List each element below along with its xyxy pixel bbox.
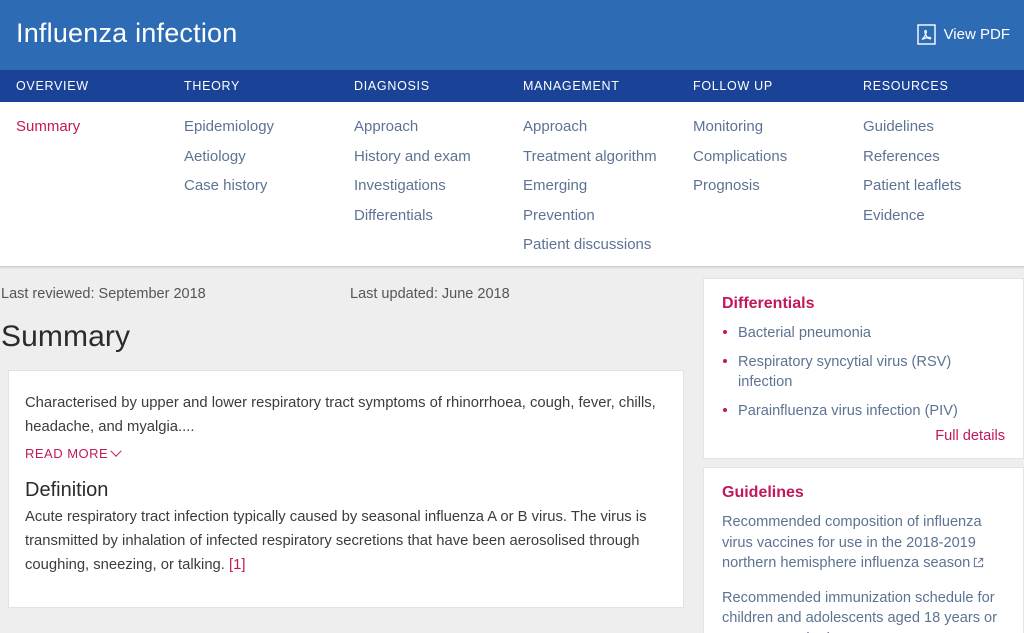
read-more-button[interactable]: READ MORE — [25, 445, 122, 461]
nav-link-prognosis[interactable]: Prognosis — [693, 171, 787, 201]
page-header: Influenza infection View PDF — [0, 0, 1024, 70]
nav-menu-panel: Summary Epidemiology Aetiology Case hist… — [0, 102, 1024, 267]
guideline-link[interactable]: Recommended composition of influenza vir… — [722, 512, 1005, 574]
nav-link-treatment-algorithm[interactable]: Treatment algorithm — [523, 142, 657, 172]
nav-link-guidelines[interactable]: Guidelines — [863, 112, 961, 142]
nav-link-summary[interactable]: Summary — [16, 112, 80, 142]
pdf-file-icon — [916, 23, 936, 45]
nav-link-monitoring[interactable]: Monitoring — [693, 112, 787, 142]
guideline-link[interactable]: Recommended immunization schedule for ch… — [722, 588, 1005, 633]
nav-tab-follow-up[interactable]: FOLLOW UP — [693, 79, 773, 93]
list-item[interactable]: Bacterial pneumonia — [722, 323, 1005, 343]
nav-link-case-history[interactable]: Case history — [184, 171, 274, 201]
nav-link-emerging[interactable]: Emerging — [523, 171, 657, 201]
guidelines-panel: Guidelines Recommended composition of in… — [703, 467, 1024, 633]
page-title: Influenza infection — [16, 17, 238, 48]
list-item[interactable]: Parainfluenza virus infection (PIV) — [722, 401, 1005, 421]
chevron-down-icon — [110, 445, 122, 457]
view-pdf-label: View PDF — [943, 25, 1010, 43]
definition-paragraph: Acute respiratory tract infection typica… — [25, 505, 667, 577]
differentials-title: Differentials — [722, 295, 815, 312]
main-content: Last reviewed: September 2018 Last updat… — [0, 267, 692, 608]
nav-tab-theory[interactable]: THEORY — [184, 79, 240, 93]
nav-column-management: Approach Treatment algorithm Emerging Pr… — [523, 112, 657, 260]
summary-card: Characterised by upper and lower respira… — [8, 370, 684, 608]
read-more-label: READ MORE — [25, 446, 109, 461]
nav-tab-management[interactable]: MANAGEMENT — [523, 79, 620, 93]
external-link-icon — [970, 555, 984, 571]
view-pdf-button[interactable]: View PDF — [916, 23, 1010, 47]
nav-link-references[interactable]: References — [863, 142, 961, 172]
document-meta: Last reviewed: September 2018 Last updat… — [0, 267, 692, 302]
nav-column-follow-up: Monitoring Complications Prognosis — [693, 112, 787, 201]
last-updated-text: Last updated: June 2018 — [350, 286, 510, 302]
nav-link-history-and-exam[interactable]: History and exam — [354, 142, 471, 172]
list-item[interactable]: Respiratory syncytial virus (RSV) infect… — [722, 352, 1005, 392]
primary-nav: OVERVIEW THEORY DIAGNOSIS MANAGEMENT FOL… — [0, 70, 1024, 102]
section-heading: Summary — [1, 320, 131, 353]
right-sidebar: Differentials Bacterial pneumonia Respir… — [692, 267, 1024, 633]
guidelines-title: Guidelines — [722, 484, 804, 501]
guideline-label: Recommended immunization schedule for ch… — [722, 589, 998, 633]
nav-link-patient-discussions[interactable]: Patient discussions — [523, 230, 657, 260]
nav-column-theory: Epidemiology Aetiology Case history — [184, 112, 274, 201]
nav-link-prevention[interactable]: Prevention — [523, 201, 657, 231]
nav-link-approach-management[interactable]: Approach — [523, 112, 657, 142]
last-reviewed-text: Last reviewed: September 2018 — [1, 286, 206, 302]
definition-heading: Definition — [25, 479, 109, 501]
guideline-label: Recommended composition of influenza vir… — [722, 514, 982, 571]
nav-column-resources: Guidelines References Patient leaflets E… — [863, 112, 961, 230]
definition-text: Acute respiratory tract infection typica… — [25, 509, 647, 573]
nav-column-diagnosis: Approach History and exam Investigations… — [354, 112, 471, 230]
nav-tab-diagnosis[interactable]: DIAGNOSIS — [354, 79, 430, 93]
nav-link-patient-leaflets[interactable]: Patient leaflets — [863, 171, 961, 201]
nav-tab-overview[interactable]: OVERVIEW — [16, 79, 89, 93]
nav-column-overview: Summary — [16, 112, 80, 142]
differentials-list: Bacterial pneumonia Respiratory syncytia… — [722, 323, 1005, 421]
summary-paragraph: Characterised by upper and lower respira… — [25, 395, 656, 435]
nav-link-epidemiology[interactable]: Epidemiology — [184, 112, 274, 142]
nav-link-evidence[interactable]: Evidence — [863, 201, 961, 231]
nav-link-investigations[interactable]: Investigations — [354, 171, 471, 201]
nav-link-aetiology[interactable]: Aetiology — [184, 142, 274, 172]
nav-link-complications[interactable]: Complications — [693, 142, 787, 172]
full-details-link[interactable]: Full details — [722, 428, 1005, 444]
nav-tab-resources[interactable]: RESOURCES — [863, 79, 948, 93]
nav-link-differentials[interactable]: Differentials — [354, 201, 471, 231]
citation-link[interactable]: [1] — [229, 557, 245, 573]
nav-link-approach-diagnosis[interactable]: Approach — [354, 112, 471, 142]
differentials-panel: Differentials Bacterial pneumonia Respir… — [703, 278, 1024, 459]
page-body: Last reviewed: September 2018 Last updat… — [0, 267, 1024, 633]
